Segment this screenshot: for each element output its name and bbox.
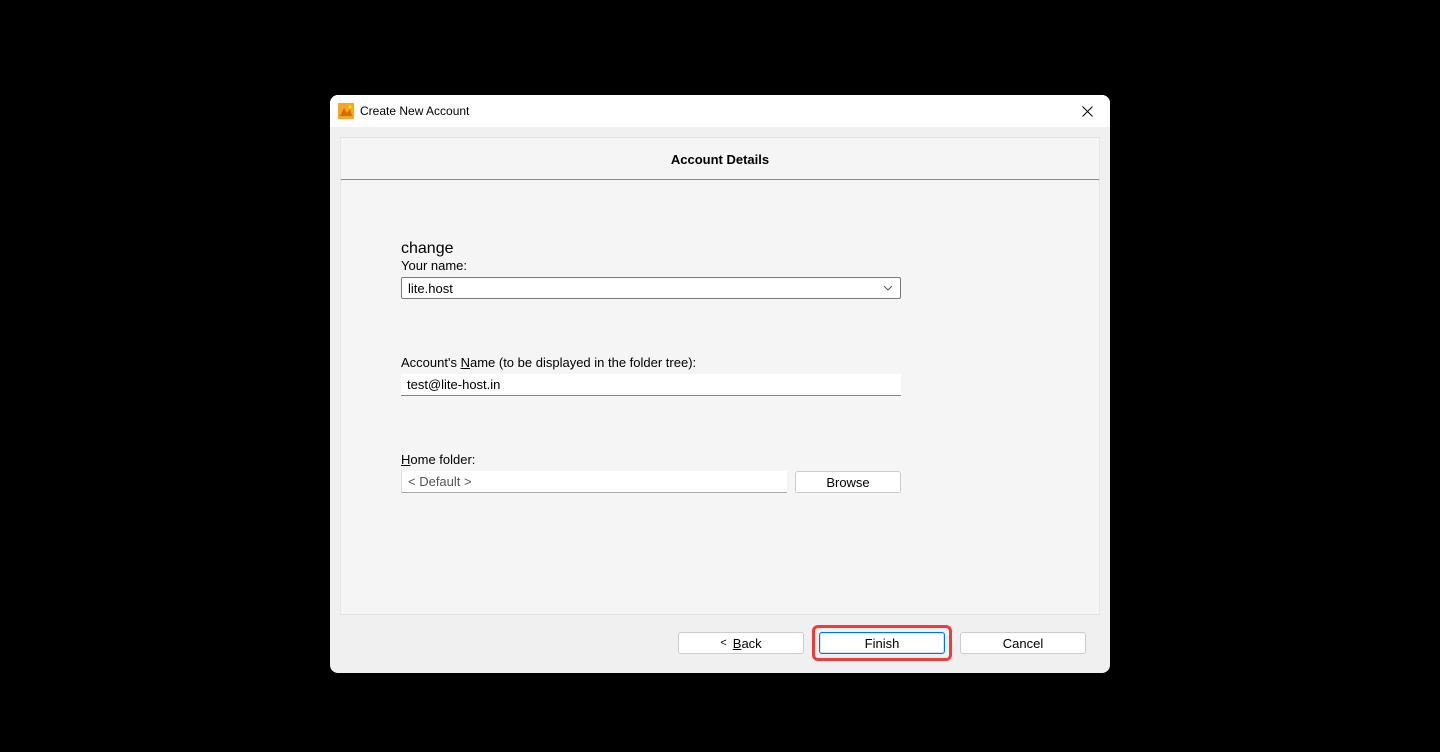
browse-button[interactable]: Browse: [795, 471, 901, 493]
finish-button[interactable]: Finish: [819, 632, 945, 654]
close-icon: [1082, 106, 1093, 117]
content-area: Account Details change Your name: lite.h…: [330, 127, 1110, 673]
your-name-group: Your name: lite.host: [401, 258, 1039, 299]
your-name-label: Your name:: [401, 258, 1039, 273]
app-icon: [338, 103, 354, 119]
chevron-down-icon: [880, 285, 896, 291]
button-row: < Back Finish Cancel: [340, 615, 1100, 673]
form-panel: Account Details change Your name: lite.h…: [340, 137, 1100, 615]
dialog-title: Create New Account: [360, 104, 469, 118]
account-name-label: Account's Name (to be displayed in the f…: [401, 355, 1039, 370]
cancel-button[interactable]: Cancel: [960, 632, 1086, 654]
back-arrow-icon: <: [720, 637, 726, 649]
your-name-combo[interactable]: lite.host: [401, 277, 901, 299]
home-folder-value: < Default >: [408, 474, 472, 489]
account-name-group: Account's Name (to be displayed in the f…: [401, 355, 1039, 396]
home-folder-input[interactable]: < Default >: [401, 471, 787, 493]
titlebar: Create New Account: [330, 95, 1110, 127]
create-account-dialog: Create New Account Account Details chang…: [330, 95, 1110, 673]
home-folder-group: Home folder: < Default > Browse: [401, 452, 1039, 493]
form-area: change Your name: lite.host Account's Na…: [341, 180, 1099, 493]
back-button[interactable]: < Back: [678, 632, 804, 654]
close-button[interactable]: [1065, 95, 1110, 127]
section-title: Account Details: [341, 138, 1099, 180]
account-name-input[interactable]: [401, 374, 901, 396]
home-folder-label: Home folder:: [401, 452, 1039, 467]
your-name-value: lite.host: [408, 281, 880, 296]
finish-highlight: Finish: [812, 625, 952, 661]
